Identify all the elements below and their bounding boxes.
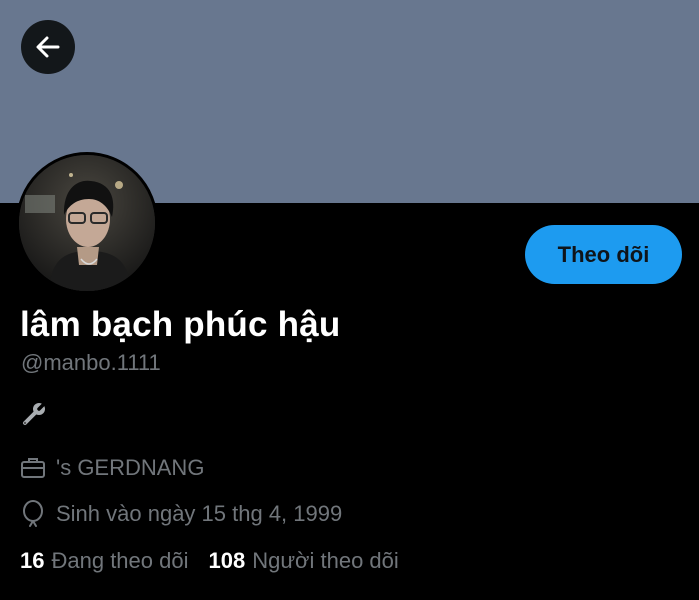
followers-count: 108	[208, 548, 246, 573]
follow-stats: 16 Đang theo dõi 108 Người theo dõi	[20, 548, 419, 574]
work-text: 's GERDNANG	[56, 455, 205, 480]
followers-label: Người theo dõi	[252, 548, 399, 573]
following-label: Đang theo dõi	[51, 548, 189, 573]
briefcase-icon	[21, 458, 45, 478]
following-stat[interactable]: 16 Đang theo dõi	[20, 548, 188, 574]
balloon-icon	[23, 500, 43, 527]
birthday-text: Sinh vào ngày 15 thg 4, 1999	[56, 501, 343, 526]
follow-button-label: Theo dõi	[557, 241, 650, 267]
birthday-row: Sinh vào ngày 15 thg 4, 1999	[20, 500, 342, 528]
avatar-photo	[19, 155, 155, 291]
profile-handle: @manbo.1111	[21, 350, 161, 375]
following-count: 16	[20, 548, 45, 573]
avatar[interactable]	[16, 152, 158, 294]
work-row: 's GERDNANG	[20, 455, 204, 481]
followers-stat[interactable]: 108 Người theo dõi	[208, 548, 398, 574]
arrow-left-icon	[36, 36, 60, 58]
follow-button[interactable]: Theo dõi	[525, 225, 682, 284]
back-button[interactable]	[21, 20, 75, 74]
profile-name: lâm bạch phúc hậu	[20, 305, 341, 344]
wrench-icon	[23, 401, 47, 425]
